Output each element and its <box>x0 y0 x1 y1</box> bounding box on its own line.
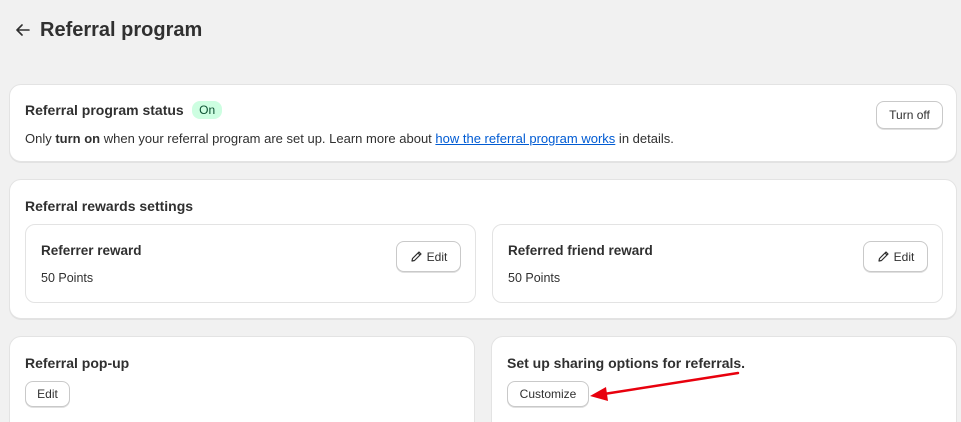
friend-reward-card: Referred friend reward 50 Points Edit <box>492 224 943 303</box>
status-card-header: Referral program status On <box>25 101 223 120</box>
status-desc-bold: turn on <box>55 131 101 146</box>
turn-off-button[interactable]: Turn off <box>876 101 943 129</box>
how-it-works-link[interactable]: how the referral program works <box>435 131 615 146</box>
edit-popup-button[interactable]: Edit <box>25 381 70 407</box>
status-desc-middle: when your referral program are set up. L… <box>100 131 436 146</box>
referrer-reward-title: Referrer reward <box>41 243 142 258</box>
popup-card-title: Referral pop-up <box>25 355 130 371</box>
edit-referrer-label: Edit <box>426 249 448 264</box>
status-badge: On <box>192 101 223 119</box>
page-header: Referral program <box>12 16 202 44</box>
status-description: Only turn on when your referral program … <box>25 131 674 146</box>
status-desc-suffix: in details. <box>615 131 674 146</box>
pencil-icon <box>411 251 422 262</box>
sharing-card: Set up sharing options for referrals. Cu… <box>491 336 957 422</box>
arrow-left-icon <box>16 24 30 36</box>
edit-friend-label: Edit <box>893 249 915 264</box>
referrer-reward-value: 50 Points <box>41 271 94 285</box>
page-title: Referral program <box>40 18 203 41</box>
rewards-card-title: Referral rewards settings <box>25 198 194 214</box>
status-card-title: Referral program status <box>25 102 184 118</box>
friend-reward-value: 50 Points <box>508 271 561 285</box>
edit-friend-reward-button[interactable]: Edit <box>863 241 928 272</box>
status-desc-prefix: Only <box>25 131 56 146</box>
pencil-icon <box>878 251 889 262</box>
rewards-card: Referral rewards settings Referrer rewar… <box>9 179 957 319</box>
referrer-reward-card: Referrer reward 50 Points Edit <box>25 224 476 303</box>
status-card: Referral program status On Only turn on … <box>9 84 957 162</box>
popup-card: Referral pop-up Edit <box>9 336 475 422</box>
back-button[interactable] <box>12 19 34 41</box>
customize-button[interactable]: Customize <box>507 381 589 407</box>
sharing-card-title: Set up sharing options for referrals. <box>507 355 746 371</box>
friend-reward-title: Referred friend reward <box>508 243 653 258</box>
edit-referrer-reward-button[interactable]: Edit <box>396 241 461 272</box>
